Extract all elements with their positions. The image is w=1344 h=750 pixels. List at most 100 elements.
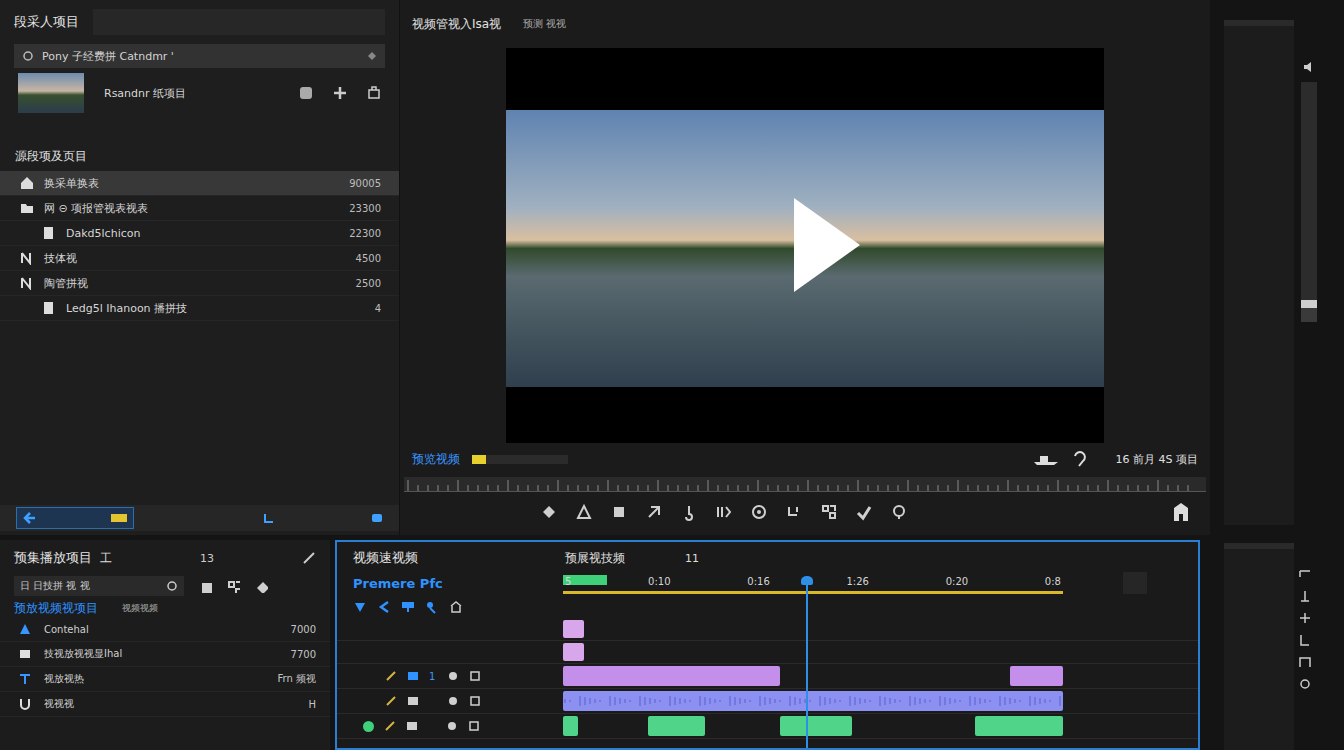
footer-nav[interactable] — [16, 507, 134, 529]
media-row-label[interactable]: 视放视热 — [44, 672, 266, 686]
media-row-label[interactable]: 视视视 — [44, 697, 296, 711]
box-icon[interactable] — [367, 86, 381, 100]
project-item[interactable]: Ledg5l Ihanoon 播拼技4 — [0, 296, 399, 321]
timeline-tool-1-icon[interactable] — [377, 600, 391, 614]
side-tool-0-icon[interactable] — [1298, 567, 1312, 581]
track-lock-icon[interactable] — [385, 695, 397, 707]
timeline-clip[interactable] — [563, 620, 584, 638]
media-row-0-icon[interactable] — [18, 622, 32, 636]
track-eye-icon[interactable] — [406, 720, 418, 732]
media-row-2-icon[interactable] — [18, 672, 32, 686]
item-label[interactable]: 网 ⊝ 项报管视表视表 — [44, 201, 339, 216]
track-mute-icon[interactable] — [447, 670, 459, 682]
side-slider-track[interactable] — [1301, 82, 1317, 322]
side-tool-5-icon[interactable] — [1298, 677, 1312, 691]
tool-10-icon[interactable] — [890, 503, 908, 521]
track-eye-icon[interactable] — [407, 695, 419, 707]
tool-5-icon[interactable] — [715, 503, 733, 521]
tool-2-icon[interactable] — [610, 503, 628, 521]
refresh-icon[interactable] — [166, 580, 178, 592]
sequence-icon[interactable] — [20, 276, 34, 290]
timeline-tool-0-icon[interactable] — [353, 600, 367, 614]
stop-icon[interactable] — [299, 86, 313, 100]
timeline-clip[interactable] — [563, 716, 578, 736]
track-mute-icon[interactable] — [447, 695, 459, 707]
back-arrow-icon[interactable] — [23, 511, 37, 525]
track-solo-icon[interactable] — [469, 695, 481, 707]
media-subheader-text[interactable]: 预放视频视项目 — [14, 600, 98, 617]
hook-icon[interactable] — [1072, 451, 1088, 467]
corner-icon[interactable] — [263, 512, 275, 524]
tool-0-icon[interactable] — [540, 503, 558, 521]
timeline-clip[interactable] — [648, 716, 705, 736]
media-dropdown[interactable]: 日 日技拼 视 视 — [14, 576, 184, 596]
timeline-clip[interactable] — [563, 666, 780, 686]
media-row[interactable]: 视放视热Frn 频视 — [0, 667, 330, 692]
track-mute-icon[interactable] — [446, 720, 458, 732]
timeline-clip[interactable] — [563, 643, 584, 661]
folder-icon[interactable] — [20, 201, 34, 215]
playhead-handle[interactable] — [801, 576, 813, 585]
video-frame[interactable] — [506, 48, 1104, 443]
timeline-tool-2-icon[interactable] — [401, 600, 415, 614]
media-tool-0-icon[interactable] — [198, 579, 212, 593]
pin-icon[interactable] — [367, 51, 377, 61]
item-label[interactable]: 换采单换表 — [44, 176, 339, 191]
timeline-clip[interactable] — [780, 716, 852, 736]
tool-9-icon[interactable] — [855, 503, 873, 521]
chat-icon[interactable] — [371, 512, 383, 524]
playhead[interactable] — [806, 576, 808, 748]
item-label[interactable]: 技体视 — [44, 251, 346, 266]
sequence-icon[interactable] — [20, 251, 34, 265]
project-item[interactable]: 换采单换表90005 — [0, 171, 399, 196]
timeline-ruler[interactable]: 50:100:161:260:200:8 — [563, 572, 1063, 594]
marker-icon[interactable] — [111, 514, 127, 522]
tool-3-icon[interactable] — [645, 503, 663, 521]
circle-icon[interactable] — [22, 50, 34, 62]
timeline-tool-3-icon[interactable] — [425, 600, 439, 614]
track-solo-icon[interactable] — [469, 670, 481, 682]
timeline-clip[interactable] — [975, 716, 1063, 736]
project-item[interactable]: 技体视4500 — [0, 246, 399, 271]
file-icon[interactable] — [42, 301, 56, 315]
asset-row[interactable]: Rsandnr 纸项目 — [0, 68, 399, 118]
media-row[interactable]: 视视视H — [0, 692, 330, 717]
track-eye-icon[interactable] — [407, 670, 419, 682]
tool-6-icon[interactable] — [750, 503, 768, 521]
wand-icon[interactable] — [302, 551, 316, 565]
export-icon[interactable] — [1172, 502, 1190, 522]
plus-icon[interactable] — [333, 86, 347, 100]
media-row-label[interactable]: Contehal — [44, 624, 279, 635]
media-tool-1-icon[interactable] — [226, 579, 240, 593]
track-solo-icon[interactable] — [468, 720, 480, 732]
track-lock-icon[interactable] — [384, 720, 396, 732]
media-row[interactable]: 技视放视视显Ihal7700 — [0, 642, 330, 667]
header-field[interactable] — [93, 9, 385, 35]
track-enabled-dot[interactable] — [363, 721, 374, 732]
search-text[interactable]: Pony 子经费拼 Catndmr ' — [42, 49, 359, 64]
media-row-label[interactable]: 技视放视视显Ihal — [44, 647, 279, 661]
timeline-clip[interactable] — [1010, 666, 1063, 686]
track-lock-icon[interactable] — [385, 670, 397, 682]
media-row[interactable]: Contehal7000 — [0, 617, 330, 642]
ship-icon[interactable] — [1032, 452, 1060, 466]
tool-7-icon[interactable] — [785, 503, 803, 521]
play-icon[interactable] — [792, 196, 862, 294]
tool-8-icon[interactable] — [820, 503, 838, 521]
timeline-clip[interactable] — [563, 691, 1063, 711]
home-icon[interactable] — [20, 176, 34, 190]
speaker-icon[interactable] — [1302, 60, 1316, 74]
media-row-1-icon[interactable] — [18, 647, 32, 661]
file-icon[interactable] — [42, 226, 56, 240]
item-label[interactable]: Ledg5l Ihanoon 播拼技 — [66, 301, 365, 316]
side-tool-1-icon[interactable] — [1298, 589, 1312, 603]
tool-4-icon[interactable] — [680, 503, 698, 521]
dropdown-value[interactable]: 日 日技拼 视 视 — [20, 579, 160, 593]
item-label[interactable]: Dakd5lchicon — [66, 227, 339, 240]
monitor-ruler[interactable] — [404, 477, 1206, 492]
item-label[interactable]: 陶管拼视 — [44, 276, 346, 291]
side-tool-4-icon[interactable] — [1298, 655, 1312, 669]
asset-name[interactable]: Rsandnr 纸项目 — [104, 86, 279, 101]
media-row-3-icon[interactable] — [18, 697, 32, 711]
timeline-tab[interactable]: 预展视技频 — [565, 550, 625, 567]
